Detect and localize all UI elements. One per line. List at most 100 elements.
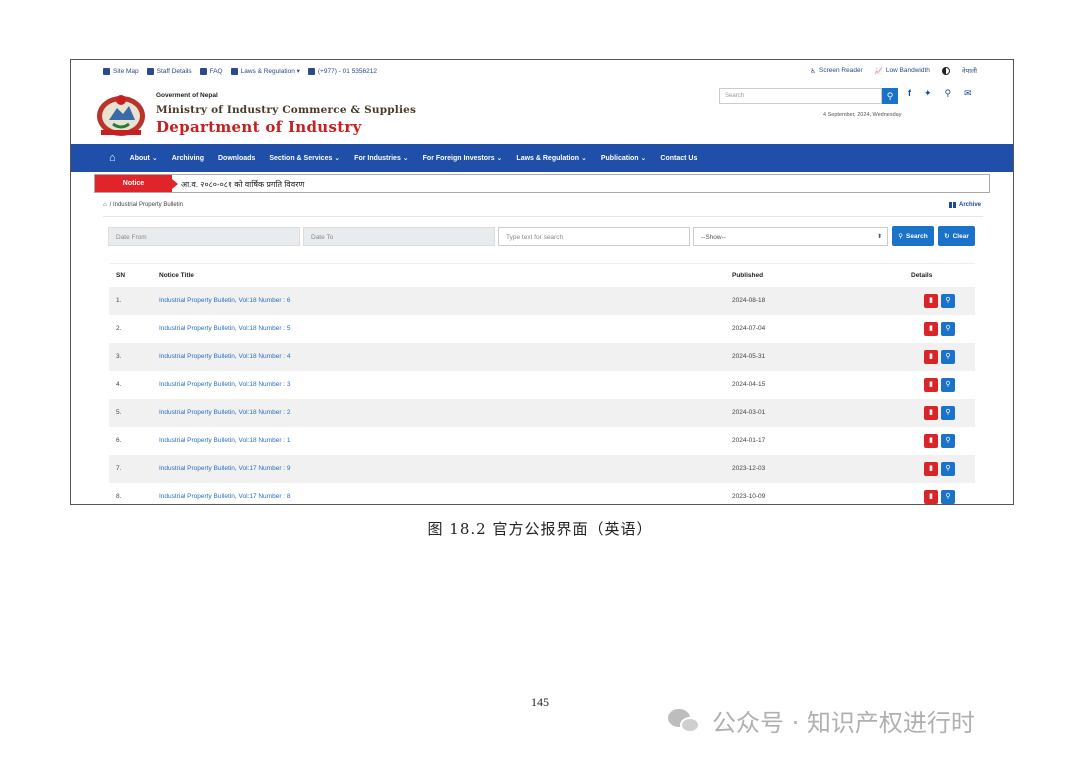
wechat-watermark: 公众号 · 知识产权进行时 <box>668 703 975 738</box>
location-icon[interactable]: ⚲ <box>945 88 952 99</box>
view-icon[interactable]: ⚲ <box>941 378 955 392</box>
utility-link[interactable]: FAQ <box>199 67 223 75</box>
nav-item[interactable]: Downloads <box>218 155 255 162</box>
search-button[interactable]: ⚲ Search <box>892 226 934 246</box>
utility-links: Site Map Staff Details FAQ Laws & Regulatio… <box>103 67 377 75</box>
nav-item[interactable]: Section & Services ⌄ <box>269 154 340 162</box>
nav-item[interactable]: Publication ⌄ <box>601 154 647 162</box>
current-date: 4 September, 2024, Wednesday <box>823 112 902 118</box>
row-sn: 5. <box>116 409 122 416</box>
twitter-icon[interactable]: ✦ <box>924 88 932 99</box>
mail-icon[interactable]: ✉ <box>964 88 972 99</box>
nav-item[interactable]: Contact Us <box>660 155 697 162</box>
notice-title-link[interactable]: Industrial Property Bulletin, Vol:17 Num… <box>159 465 291 472</box>
home-icon[interactable]: ⌂ <box>109 152 116 164</box>
table-row: 5. Industrial Property Bulletin, Vol:18 N… <box>109 399 975 427</box>
refresh-icon: ↻ <box>944 233 950 240</box>
home-icon[interactable]: ⌂ <box>103 202 107 208</box>
pdf-icon[interactable]: ▮ <box>924 434 938 448</box>
table-row: 7. Industrial Property Bulletin, Vol:17 N… <box>109 455 975 483</box>
pdf-icon[interactable]: ▮ <box>924 294 938 308</box>
published-date: 2024-01-17 <box>732 437 766 444</box>
screen-reader-link[interactable]: ♿ Screen Reader <box>810 67 863 75</box>
show-select[interactable]: --Show-- ⬍ <box>693 227 888 246</box>
search-icon: ⚲ <box>886 91 894 101</box>
ministry-title: Ministry of Industry Commerce & Supplies <box>156 104 417 116</box>
utility-bar: Site Map Staff Details FAQ Laws & Regulatio… <box>71 60 1013 82</box>
language-switch[interactable]: नेपाली <box>962 66 977 75</box>
utility-link[interactable]: Site Map <box>103 67 139 75</box>
published-date: 2023-10-09 <box>732 493 766 500</box>
row-sn: 6. <box>116 437 122 444</box>
header-search-button[interactable]: ⚲ <box>882 88 898 104</box>
row-sn: 1. <box>116 297 122 304</box>
department-title: Department of Industry <box>156 118 362 136</box>
staff-icon <box>146 67 154 75</box>
notice-title-link[interactable]: Industrial Property Bulletin, Vol:17 Num… <box>159 493 291 500</box>
notice-text[interactable]: आ.व. २०८०-०८१ को वार्षिक प्रगति विवरण <box>181 179 304 190</box>
view-icon[interactable]: ⚲ <box>941 350 955 364</box>
utility-link[interactable]: (+977) - 01 5356212 <box>307 67 377 75</box>
clear-button[interactable]: ↻ Clear <box>938 226 975 246</box>
accessibility-icon: ♿ <box>810 67 816 75</box>
nav-item[interactable]: For Foreign Investors ⌄ <box>423 154 503 162</box>
table-row: 6. Industrial Property Bulletin, Vol:18 N… <box>109 427 975 455</box>
notice-title-link[interactable]: Industrial Property Bulletin, Vol:18 Num… <box>159 325 291 332</box>
date-from-input[interactable]: Date From <box>108 227 300 246</box>
notice-title-link[interactable]: Industrial Property Bulletin, Vol:18 Num… <box>159 409 291 416</box>
breadcrumb: ⌂ / Industrial Property Bulletin <box>103 202 183 208</box>
header-search-input[interactable]: Search <box>719 88 882 104</box>
pdf-icon[interactable]: ▮ <box>924 462 938 476</box>
notice-title-link[interactable]: Industrial Property Bulletin, Vol:18 Num… <box>159 353 291 360</box>
notice-title-link[interactable]: Industrial Property Bulletin, Vol:18 Num… <box>159 381 291 388</box>
col-details: Details <box>911 272 933 279</box>
view-icon[interactable]: ⚲ <box>941 462 955 476</box>
search-icon: ⚲ <box>898 233 904 240</box>
view-icon[interactable]: ⚲ <box>941 490 955 504</box>
pdf-icon[interactable]: ▮ <box>924 378 938 392</box>
row-sn: 7. <box>116 465 122 472</box>
chart-icon: 📈 <box>874 67 883 75</box>
grid-icon <box>948 202 956 208</box>
nav-item[interactable]: Archiving <box>172 155 204 162</box>
row-sn: 3. <box>116 353 122 360</box>
archive-link[interactable]: Archive <box>948 202 981 208</box>
published-date: 2024-05-31 <box>732 353 766 360</box>
nepal-emblem-logo <box>97 95 145 136</box>
view-icon[interactable]: ⚲ <box>941 406 955 420</box>
published-date: 2023-12-03 <box>732 465 766 472</box>
contrast-toggle-icon[interactable] <box>941 66 950 75</box>
notice-ticker: Notice आ.व. २०८०-०८१ को वार्षिक प्रगति व… <box>94 174 990 193</box>
pdf-icon[interactable]: ▮ <box>924 490 938 504</box>
site-header: Goverment of Nepal Ministry of Industry … <box>71 82 1013 144</box>
nav-item[interactable]: About ⌄ <box>130 154 158 162</box>
view-icon[interactable]: ⚲ <box>941 294 955 308</box>
nav-item[interactable]: For Industries ⌄ <box>354 154 408 162</box>
table-row: 1. Industrial Property Bulletin, Vol:18 N… <box>109 287 975 315</box>
notice-title-link[interactable]: Industrial Property Bulletin, Vol:18 Num… <box>159 297 291 304</box>
phone-icon <box>307 67 315 75</box>
pdf-icon[interactable]: ▮ <box>924 350 938 364</box>
notice-title-link[interactable]: Industrial Property Bulletin, Vol:18 Num… <box>159 437 291 444</box>
published-date: 2024-07-04 <box>732 325 766 332</box>
text-search-input[interactable]: Type text for search <box>498 227 690 246</box>
view-icon[interactable]: ⚲ <box>941 322 955 336</box>
pdf-icon[interactable]: ▮ <box>924 406 938 420</box>
row-sn: 2. <box>116 325 122 332</box>
utility-right: ♿ Screen Reader 📈 Low Bandwidth नेपाली <box>810 66 977 75</box>
table-row: 8. Industrial Property Bulletin, Vol:17 N… <box>109 483 975 504</box>
utility-link[interactable]: Staff Details <box>146 67 192 75</box>
utility-link[interactable]: Laws & Regulation ▾ <box>230 67 300 75</box>
date-to-input[interactable]: Date To <box>303 227 495 246</box>
pdf-icon[interactable]: ▮ <box>924 322 938 336</box>
row-sn: 8. <box>116 493 122 500</box>
view-icon[interactable]: ⚲ <box>941 434 955 448</box>
select-arrow-icon: ⬍ <box>876 234 882 240</box>
col-title: Notice Title <box>159 272 194 279</box>
nav-item[interactable]: Laws & Regulation ⌄ <box>516 154 586 162</box>
figure-caption: 图 18.2 官方公报界面（英语） <box>427 520 653 538</box>
low-bandwidth-link[interactable]: 📈 Low Bandwidth <box>875 67 930 75</box>
facebook-icon[interactable]: f <box>908 88 911 99</box>
table-row: 3. Industrial Property Bulletin, Vol:18 N… <box>109 343 975 371</box>
question-icon <box>199 67 207 75</box>
